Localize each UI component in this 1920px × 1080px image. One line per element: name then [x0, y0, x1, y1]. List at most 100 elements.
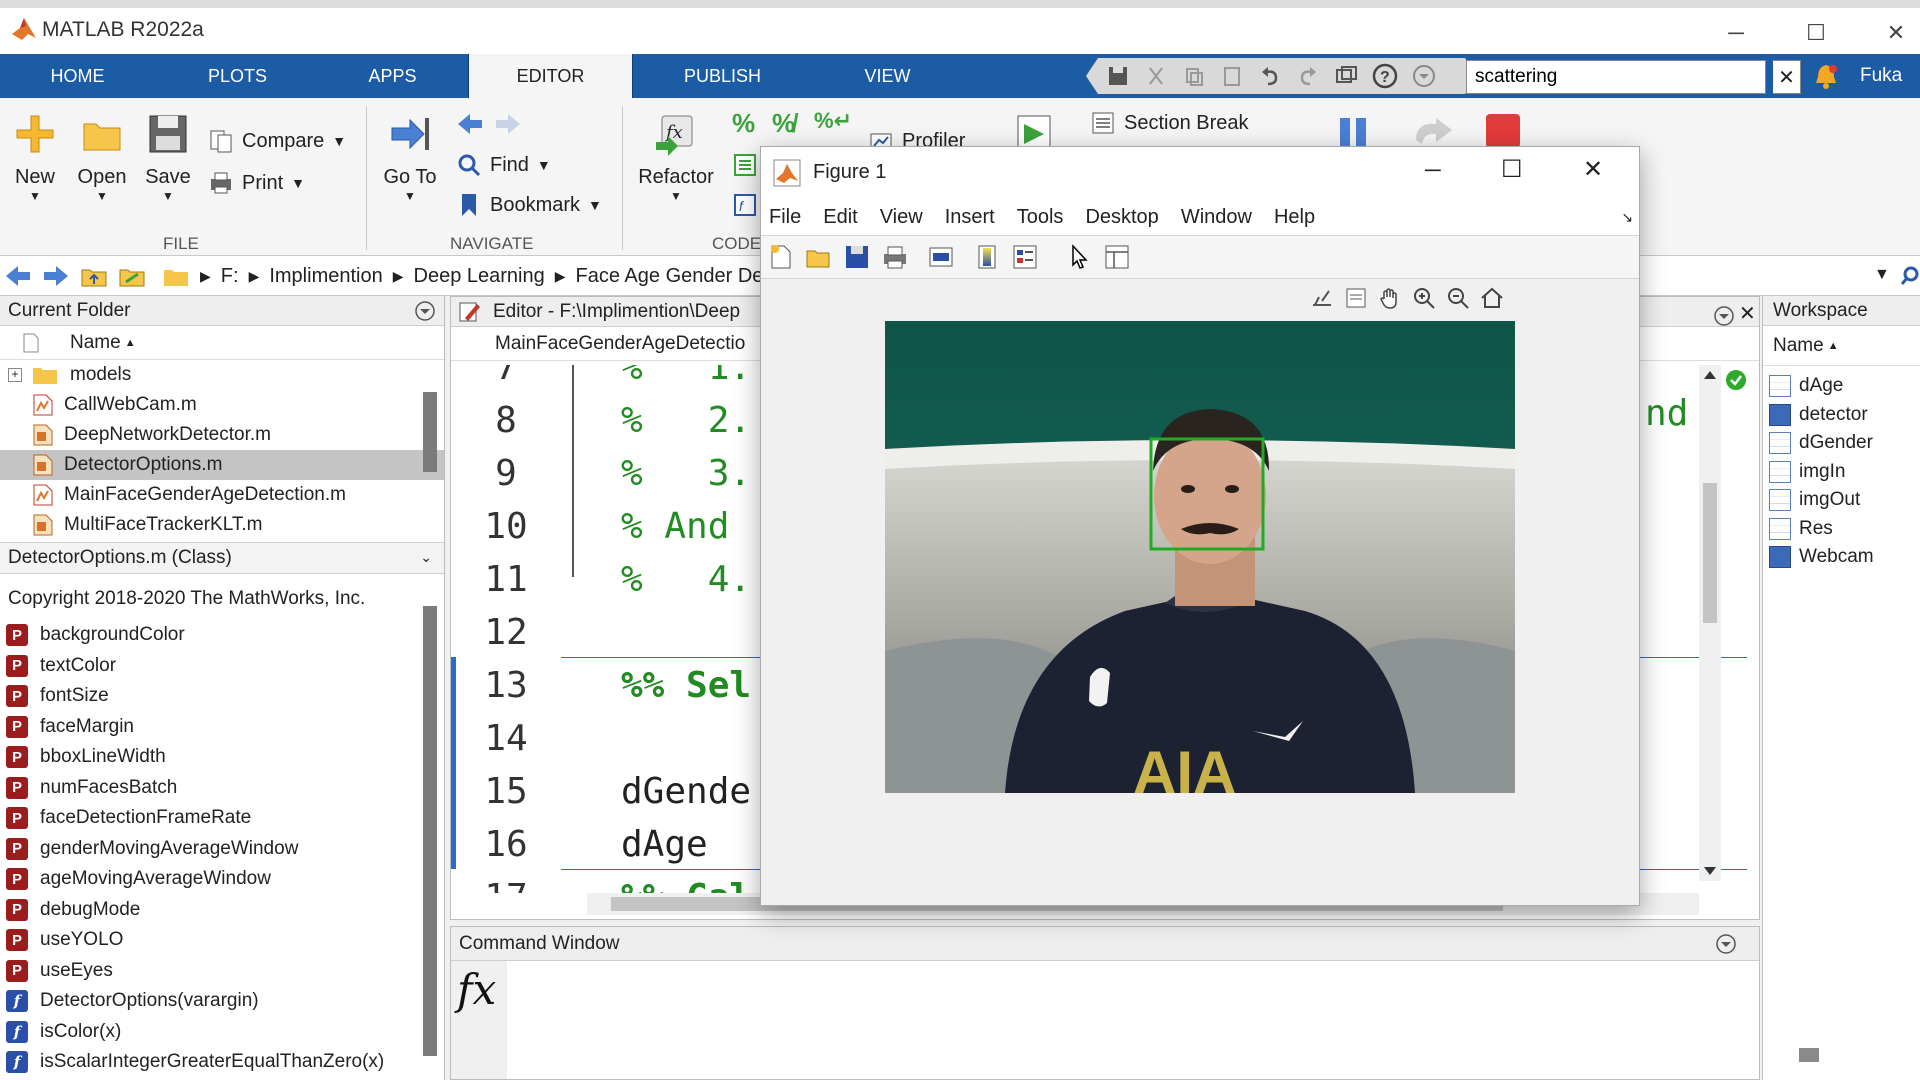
- refactor-button[interactable]: fx Refactor ▼: [636, 112, 716, 203]
- minimize-button[interactable]: ─: [1706, 12, 1766, 54]
- step-icon[interactable]: [1412, 116, 1456, 150]
- new-figure-icon[interactable]: [767, 243, 795, 271]
- back-arrow-icon[interactable]: [456, 112, 484, 136]
- indent-icon[interactable]: [732, 152, 758, 178]
- paste-icon[interactable]: [1220, 64, 1244, 88]
- method-item[interactable]: f isColor(x): [6, 1017, 416, 1048]
- undo-icon[interactable]: [1258, 64, 1282, 88]
- close-button[interactable]: ✕: [1866, 12, 1920, 54]
- wrap-comments-icon[interactable]: %↵: [814, 108, 852, 134]
- file-item[interactable]: CallWebCam.m: [0, 390, 444, 420]
- breadcrumb-drive[interactable]: F:: [221, 265, 239, 288]
- property-item[interactable]: PfontSize: [6, 681, 416, 712]
- property-item[interactable]: PfaceMargin: [6, 712, 416, 743]
- details-scrollbar[interactable]: [423, 606, 437, 1056]
- breadcrumb-face-age-gender[interactable]: Face Age Gender De: [576, 265, 764, 288]
- help-icon[interactable]: ?: [1372, 63, 1398, 89]
- stop-icon[interactable]: [1484, 112, 1522, 150]
- workspace-variable[interactable]: Webcam: [1763, 543, 1920, 572]
- zoom-in-icon[interactable]: [1411, 285, 1437, 311]
- tab-view[interactable]: VIEW: [810, 54, 965, 98]
- menu-desktop[interactable]: Desktop: [1085, 206, 1158, 229]
- webcam-image-axes[interactable]: AIA: [885, 321, 1515, 793]
- figure-maximize-button[interactable]: ☐: [1501, 155, 1523, 184]
- export-icon[interactable]: [1309, 285, 1335, 311]
- menu-window[interactable]: Window: [1181, 206, 1252, 229]
- method-item[interactable]: f DetectorOptions(varargin): [6, 986, 416, 1017]
- breadcrumb-deep-learning[interactable]: Deep Learning: [414, 265, 545, 288]
- workspace-variable[interactable]: Res: [1763, 515, 1920, 544]
- compare-button[interactable]: Compare ▼: [208, 128, 346, 154]
- colorbar-icon[interactable]: [973, 243, 1001, 271]
- property-inspector-icon[interactable]: [1103, 243, 1131, 271]
- cut-icon[interactable]: [1144, 64, 1168, 88]
- brush-data-icon[interactable]: [1343, 285, 1369, 311]
- dock-arrow-icon[interactable]: ↘: [1621, 209, 1633, 226]
- menu-tools[interactable]: Tools: [1017, 206, 1064, 229]
- open-file-icon[interactable]: [805, 243, 833, 271]
- folder-scrollbar[interactable]: [423, 392, 437, 472]
- pan-hand-icon[interactable]: [1377, 285, 1403, 311]
- up-folder-icon[interactable]: [80, 264, 108, 288]
- workspace-variable[interactable]: imgOut: [1763, 486, 1920, 515]
- copy-icon[interactable]: [1182, 64, 1206, 88]
- edit-plot-arrow-icon[interactable]: [1065, 243, 1093, 271]
- editor-close-icon[interactable]: ✕: [1739, 301, 1756, 326]
- clear-search-button[interactable]: ✕: [1773, 60, 1801, 94]
- workspace-variable[interactable]: detector: [1763, 401, 1920, 430]
- property-item[interactable]: PdebugMode: [6, 895, 416, 926]
- function-browser-fx-icon[interactable]: fx: [457, 965, 496, 1014]
- property-item[interactable]: PbboxLineWidth: [6, 742, 416, 773]
- workspace-variable[interactable]: dGender: [1763, 429, 1920, 458]
- tab-apps[interactable]: APPS: [315, 54, 470, 98]
- folder-item-models[interactable]: + models: [0, 360, 444, 390]
- expand-icon[interactable]: +: [8, 368, 22, 382]
- file-item[interactable]: MultiFaceTrackerKLT.m: [0, 510, 444, 540]
- print-figure-icon[interactable]: [881, 243, 909, 271]
- property-item[interactable]: PfaceDetectionFrameRate: [6, 803, 416, 834]
- menu-insert[interactable]: Insert: [945, 206, 995, 229]
- breadcrumb-implimention[interactable]: Implimention: [269, 265, 382, 288]
- zoom-out-icon[interactable]: [1445, 285, 1471, 311]
- find-button[interactable]: Find ▼: [456, 152, 551, 178]
- menu-help[interactable]: Help: [1274, 206, 1315, 229]
- notification-bell-icon[interactable]: [1812, 62, 1840, 90]
- details-collapse-icon[interactable]: ⌄: [420, 549, 432, 566]
- new-button[interactable]: New ▼: [10, 112, 60, 203]
- menu-edit[interactable]: Edit: [823, 206, 857, 229]
- command-window[interactable]: Command Window fx: [450, 926, 1760, 1080]
- property-item[interactable]: PgenderMovingAverageWindow: [6, 834, 416, 865]
- figure-close-button[interactable]: ✕: [1583, 155, 1603, 184]
- search-folder-icon[interactable]: [1900, 264, 1920, 288]
- tab-editor[interactable]: EDITOR: [468, 54, 633, 98]
- property-item[interactable]: PageMovingAverageWindow: [6, 864, 416, 895]
- switch-windows-icon[interactable]: [1334, 64, 1358, 88]
- tab-home[interactable]: HOME: [0, 54, 155, 98]
- file-item[interactable]: DeepNetworkDetector.m: [0, 420, 444, 450]
- comment-percent-icon[interactable]: %: [732, 108, 755, 139]
- smart-indent-icon[interactable]: f: [732, 192, 758, 218]
- property-item[interactable]: PnumFacesBatch: [6, 773, 416, 804]
- workspace-scroll-thumb[interactable]: [1799, 1048, 1819, 1062]
- forward-arrow-icon[interactable]: [494, 112, 522, 136]
- tab-plots[interactable]: PLOTS: [160, 54, 315, 98]
- save-figure-icon[interactable]: [843, 243, 871, 271]
- panel-actions-icon[interactable]: [414, 300, 436, 322]
- figure-minimize-button[interactable]: ─: [1425, 157, 1441, 183]
- legend-icon[interactable]: [1011, 243, 1039, 271]
- maximize-button[interactable]: ☐: [1786, 12, 1846, 54]
- folder-column-header[interactable]: Name ▲: [0, 326, 444, 360]
- tab-publish[interactable]: PUBLISH: [640, 54, 805, 98]
- goto-button[interactable]: Go To ▼: [380, 112, 440, 203]
- section-break-button[interactable]: Section Break: [1090, 110, 1249, 136]
- forward-nav-icon[interactable]: [42, 264, 70, 288]
- address-dropdown-icon[interactable]: ▼: [1874, 266, 1890, 284]
- editor-vertical-scrollbar[interactable]: [1699, 365, 1721, 881]
- bookmark-button[interactable]: Bookmark ▼: [456, 192, 602, 218]
- dropdown-icon[interactable]: [1412, 64, 1436, 88]
- print-button[interactable]: Print ▼: [208, 170, 305, 196]
- back-nav-icon[interactable]: [4, 264, 32, 288]
- method-item[interactable]: f isScalarIntegerGreaterEqualThanZero(x): [6, 1047, 416, 1078]
- property-item[interactable]: PbackgroundColor: [6, 620, 416, 651]
- open-button[interactable]: Open ▼: [74, 112, 130, 203]
